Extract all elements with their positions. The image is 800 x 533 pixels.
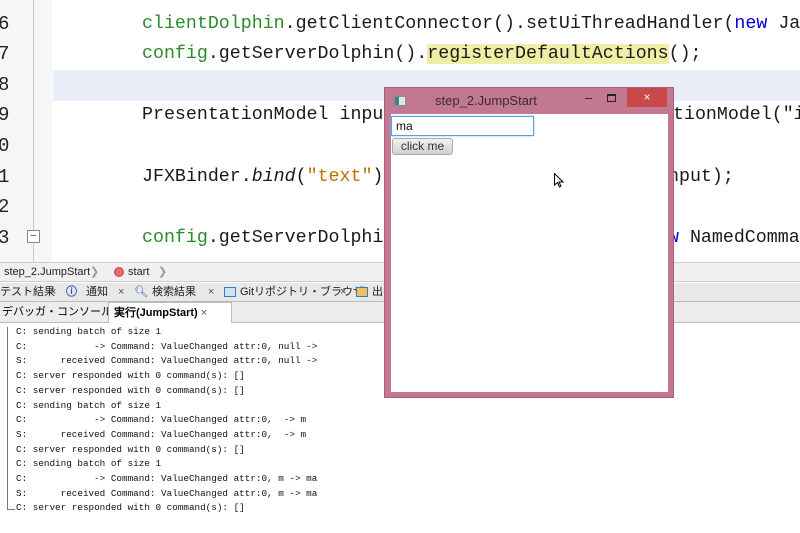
window-title-bar[interactable]: step_2.JumpStart – × [385, 88, 673, 113]
code-line: clientDolphin.getClientConnector().setUi… [142, 14, 800, 34]
java-app-icon [394, 96, 406, 106]
code-line: config.getServerDolphin().registerDefaul… [142, 44, 702, 64]
repository-icon [224, 287, 236, 297]
code-line: nput); [668, 167, 734, 187]
code-line: tionModel("i [673, 105, 800, 125]
tab-run-jumpstart[interactable]: 実行(JumpStart) × [108, 302, 232, 323]
console-line: S: received Command: ValueChanged attr:0… [16, 355, 318, 367]
close-icon[interactable]: × [208, 283, 214, 301]
line-number: 2 [0, 196, 10, 218]
code-line: PresentationModel inpu [142, 105, 384, 125]
breadcrumb-item[interactable]: start [128, 263, 149, 281]
console-line: C: server responded with 0 command(s): [… [16, 384, 245, 396]
tab-output[interactable]: 出 [372, 283, 383, 301]
close-icon[interactable]: × [340, 283, 346, 301]
fold-bracket [7, 509, 15, 510]
line-number: 7 [0, 43, 10, 65]
tab-debugger-console[interactable]: デバッガ・コンソール × [2, 302, 122, 323]
console-line: C: sending batch of size 1 [16, 458, 162, 470]
click-me-button[interactable]: click me [392, 138, 453, 155]
minimize-button[interactable]: – [585, 90, 592, 105]
line-number: 8 [0, 74, 10, 96]
fold-bracket [7, 327, 8, 509]
window-title: step_2.JumpStart [435, 93, 537, 108]
line-number: 6 [0, 13, 10, 35]
tab-label: デバッガ・コンソール [2, 306, 112, 318]
highlighted-symbol: registerDefaultActions [427, 44, 669, 64]
window-content: click me [391, 114, 668, 392]
info-icon: ⓘ [66, 286, 77, 298]
line-number: 3 [0, 227, 10, 249]
close-icon[interactable]: × [50, 283, 56, 301]
console-line: C: -> Command: ValueChanged attr:0, -> m [16, 414, 307, 426]
tab-label: 実行(JumpStart) [114, 307, 198, 319]
line-number: 1 [0, 166, 10, 188]
code-line: w NamedComma [668, 228, 800, 248]
close-button[interactable]: × [627, 88, 667, 107]
line-number: 9 [0, 104, 10, 126]
method-icon [114, 267, 124, 277]
fold-toggle-icon[interactable]: − [27, 230, 40, 243]
tab-search-results[interactable]: 検索結果 [152, 283, 196, 301]
chevron-right-icon: ❯ [158, 266, 168, 278]
console-line: C: server responded with 0 command(s): [… [16, 443, 245, 455]
console-line: C: server responded with 0 command(s): [… [16, 370, 245, 382]
app-window: step_2.JumpStart – × click me [384, 87, 674, 398]
breadcrumb-item[interactable]: step_2.JumpStart [4, 263, 90, 281]
console-line: C: sending batch of size 1 [16, 326, 162, 337]
console-line: C: -> Command: ValueChanged attr:0, null… [16, 340, 318, 352]
search-icon: 🔍︎ [134, 286, 148, 298]
close-icon[interactable]: × [201, 307, 207, 319]
code-line: config.getServerDolphi [142, 228, 384, 248]
tab-notifications[interactable]: 通知 [86, 283, 108, 301]
console-line: S: received Command: ValueChanged attr:0… [16, 428, 307, 440]
close-icon[interactable]: × [118, 283, 124, 301]
console-line: C: -> Command: ValueChanged attr:0, m ->… [16, 473, 318, 484]
maximize-button[interactable] [607, 94, 616, 102]
gutter-divider [33, 0, 34, 262]
console-line: C: server responded with 0 command(s): [… [16, 502, 245, 514]
tab-test-results[interactable]: テスト結果 [0, 283, 55, 301]
output-icon [356, 287, 368, 297]
text-input[interactable] [391, 116, 534, 136]
code-line: JFXBinder.bind("text") [142, 167, 384, 187]
mouse-cursor-icon [554, 172, 565, 193]
console-line: S: received Command: ValueChanged attr:0… [16, 487, 318, 499]
console-line: C: sending batch of size 1 [16, 399, 162, 411]
line-number: 0 [0, 135, 10, 157]
chevron-right-icon: ❯ [90, 266, 100, 278]
